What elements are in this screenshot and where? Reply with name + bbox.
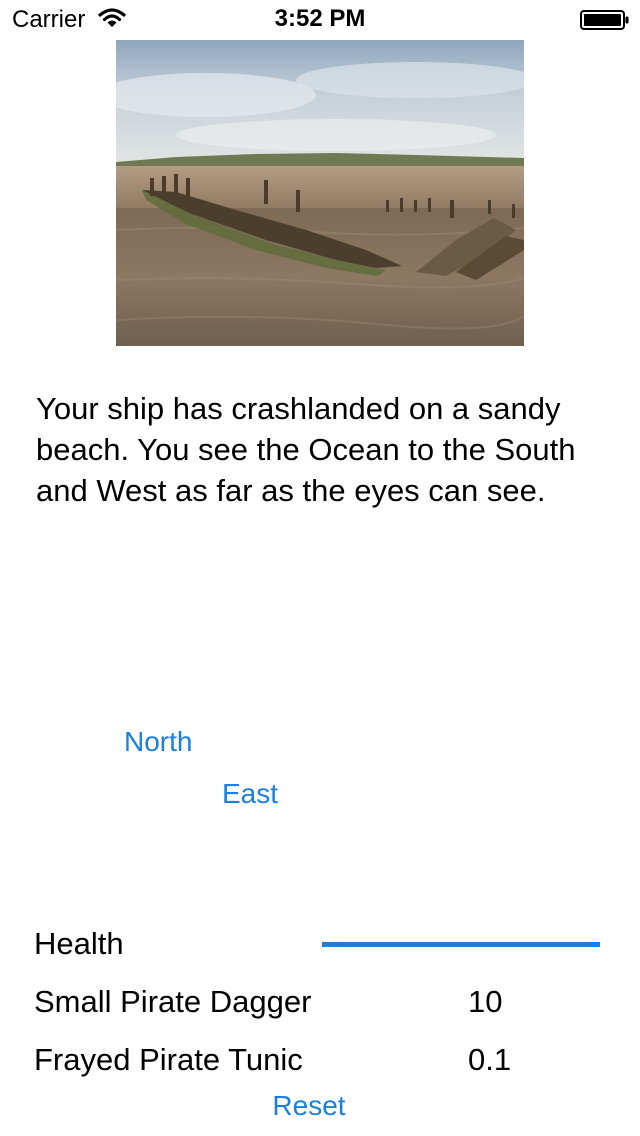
armor-name: Frayed Pirate Tunic xyxy=(34,1042,303,1077)
reset-button[interactable]: Reset xyxy=(0,1090,618,1122)
app-screen: Carrier 3:52 PM Your ship has crashlande… xyxy=(0,0,640,1136)
north-button[interactable]: North xyxy=(124,726,192,758)
shipwreck-photo xyxy=(116,40,524,346)
weapon-value: 10 xyxy=(468,984,503,1019)
armor-value: 0.1 xyxy=(468,1042,512,1077)
status-time: 3:52 PM xyxy=(274,5,366,32)
health-label: Health xyxy=(34,926,124,961)
health-progress-bar xyxy=(322,942,600,947)
weapon-name: Small Pirate Dagger xyxy=(34,984,312,1019)
east-button[interactable]: East xyxy=(222,778,278,810)
health-progress-fill xyxy=(322,942,600,947)
battery-icon xyxy=(580,10,629,30)
scene-description: Your ship has crashlanded on a sandy bea… xyxy=(36,391,576,508)
status-bar: Carrier 3:52 PM xyxy=(0,0,640,40)
